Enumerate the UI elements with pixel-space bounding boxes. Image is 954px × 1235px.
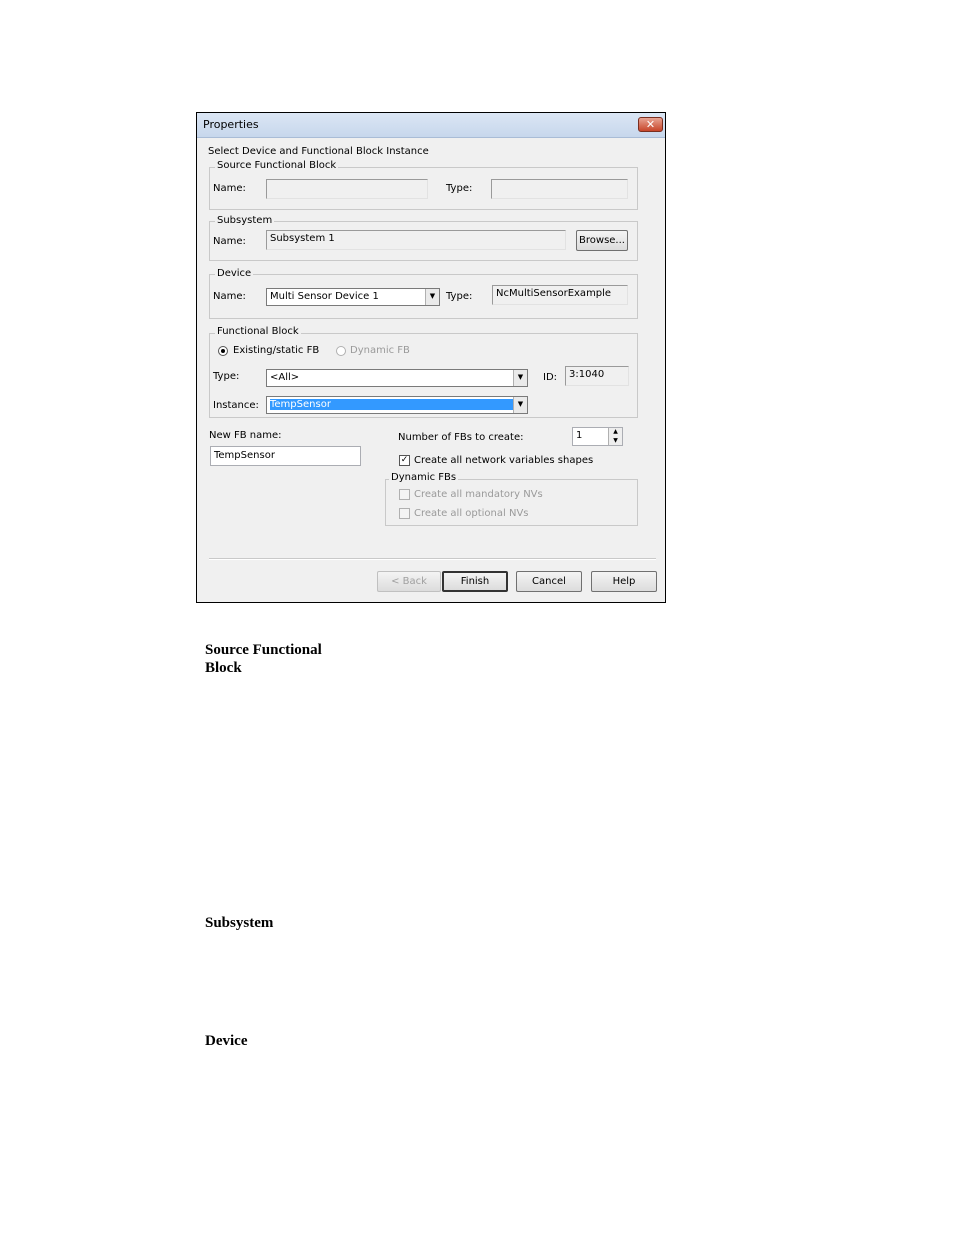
finish-button[interactable]: Finish xyxy=(442,571,508,592)
heading-device: Device xyxy=(205,1033,248,1049)
source-name-field xyxy=(266,179,428,199)
help-button[interactable]: Help xyxy=(591,571,657,592)
back-button[interactable]: < Back xyxy=(377,571,441,592)
optional-nvs-checkbox[interactable] xyxy=(399,508,410,519)
num-fbs-value: 1 xyxy=(576,430,583,441)
create-shapes-checkbox[interactable]: ✓ xyxy=(399,455,410,466)
dialog-title: Properties xyxy=(203,118,259,131)
heading-source-fb-line1: Source Functional xyxy=(205,642,322,658)
fb-instance-value: TempSensor xyxy=(270,399,524,410)
chevron-down-icon: ▼ xyxy=(513,370,527,386)
chevron-down-icon: ▼ xyxy=(513,397,527,413)
cancel-button[interactable]: Cancel xyxy=(516,571,582,592)
instruction-text: Select Device and Functional Block Insta… xyxy=(208,146,429,157)
close-button[interactable]: ✕ xyxy=(638,117,663,132)
num-fbs-stepper[interactable]: 1 ▲ ▼ xyxy=(572,427,623,446)
fb-type-combo[interactable]: <All> ▼ xyxy=(266,369,528,387)
subsystem-name-label: Name: xyxy=(213,236,246,247)
device-name-value: Multi Sensor Device 1 xyxy=(270,291,379,302)
radio-existing-fb[interactable] xyxy=(218,346,228,356)
heading-source-fb: Source Functional Block xyxy=(205,641,322,677)
close-icon: ✕ xyxy=(645,118,656,131)
functional-block-legend: Functional Block xyxy=(215,326,301,337)
device-legend: Device xyxy=(215,268,254,279)
source-type-field xyxy=(491,179,628,199)
new-fb-name-input[interactable]: TempSensor xyxy=(210,446,361,466)
device-name-label: Name: xyxy=(213,291,246,302)
properties-dialog: Properties ✕ Select Device and Functiona… xyxy=(196,112,666,603)
spin-down-icon[interactable]: ▼ xyxy=(608,436,622,445)
fb-instance-combo[interactable]: TempSensor ▼ xyxy=(266,396,528,414)
subsystem-name-field: Subsystem 1 xyxy=(266,230,566,250)
source-fb-legend: Source Functional Block xyxy=(215,160,339,171)
browse-button[interactable]: Browse... xyxy=(576,230,628,251)
footer-separator xyxy=(209,558,656,560)
dynamic-fbs-legend: Dynamic FBs xyxy=(389,472,459,483)
title-bar: Properties ✕ xyxy=(197,113,665,138)
radio-dynamic-fb[interactable] xyxy=(336,346,346,356)
fb-instance-label: Instance: xyxy=(213,400,259,411)
fb-id-label: ID: xyxy=(543,372,558,383)
mandatory-nvs-checkbox[interactable] xyxy=(399,489,410,500)
radio-dynamic-label: Dynamic FB xyxy=(350,345,410,356)
optional-nvs-label: Create all optional NVs xyxy=(414,508,529,519)
source-type-label: Type: xyxy=(446,183,473,194)
mandatory-nvs-label: Create all mandatory NVs xyxy=(414,489,543,500)
subsystem-legend: Subsystem xyxy=(215,215,275,226)
device-type-field: NcMultiSensorExample xyxy=(492,285,628,305)
chevron-down-icon: ▼ xyxy=(425,289,439,305)
create-shapes-label: Create all network variables shapes xyxy=(414,455,594,466)
heading-source-fb-line2: Block xyxy=(205,660,242,676)
checkmark-icon: ✓ xyxy=(400,455,409,465)
new-fb-name-label: New FB name: xyxy=(209,430,282,441)
device-type-label: Type: xyxy=(446,291,473,302)
fb-id-field: 3:1040 xyxy=(565,366,629,386)
source-name-label: Name: xyxy=(213,183,246,194)
fb-type-value: <All> xyxy=(270,372,300,383)
num-fbs-label: Number of FBs to create: xyxy=(398,432,524,443)
fb-type-label: Type: xyxy=(213,371,240,382)
heading-subsystem: Subsystem xyxy=(205,915,274,931)
radio-existing-label: Existing/static FB xyxy=(233,345,320,356)
device-name-combo[interactable]: Multi Sensor Device 1 ▼ xyxy=(266,288,440,306)
